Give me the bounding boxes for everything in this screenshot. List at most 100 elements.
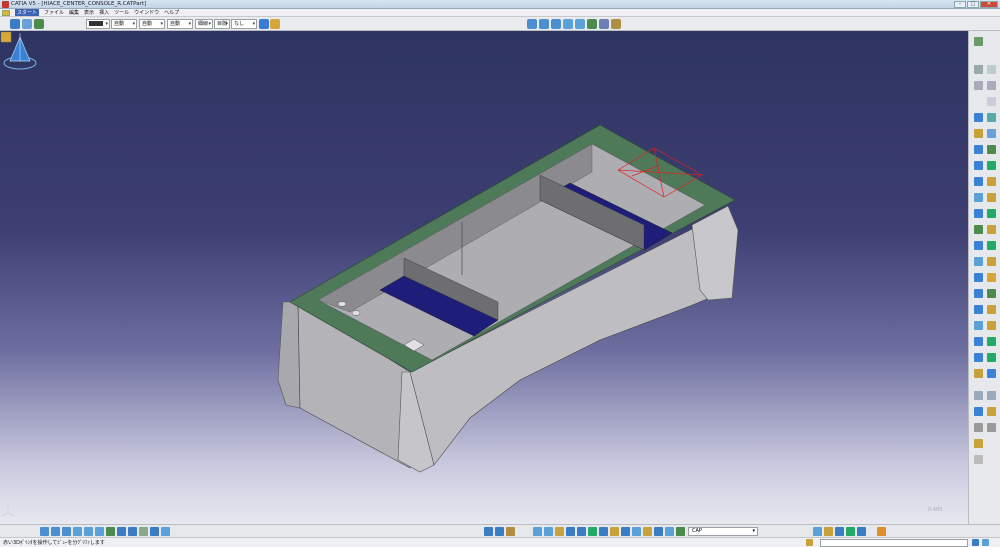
select-icon[interactable] [974,37,983,46]
point-icon[interactable] [987,97,996,106]
line-weight-select[interactable]: 自動 ▾ [167,19,193,29]
rotate-icon[interactable] [551,19,561,29]
sketch-icon[interactable] [10,19,20,29]
video-icon[interactable] [835,527,844,536]
update-icon[interactable] [34,19,44,29]
knowledge-icon[interactable] [974,423,983,432]
sketch-bottom-icon[interactable] [610,527,619,536]
measure-item-icon[interactable] [506,527,515,536]
add-icon[interactable] [974,321,983,330]
law-icon[interactable] [974,439,983,448]
mirror-icon[interactable] [974,241,983,250]
apply-material-icon[interactable] [974,407,983,416]
chamfer-icon[interactable] [987,193,996,202]
cap-select[interactable]: CAP ▾ [688,527,758,536]
draft-icon[interactable] [974,209,983,218]
layer-label[interactable]: 目隠 ▾ [214,19,230,29]
groove-icon[interactable] [974,145,983,154]
settings-icon[interactable] [982,539,989,546]
wireframe-icon[interactable] [621,527,630,536]
point-select[interactable]: 細線 ▾ [195,19,213,29]
pointer-icon[interactable] [974,65,983,74]
document-icon[interactable] [2,9,10,16]
measure-icon[interactable] [974,81,983,90]
render-style-icon[interactable] [611,19,621,29]
symmetry-icon[interactable] [987,273,996,282]
brush-icon[interactable] [270,19,280,29]
swap-visible-icon[interactable] [150,527,159,536]
photo-icon[interactable] [857,527,866,536]
power-input-icon[interactable] [972,539,979,546]
render-icon[interactable] [877,527,886,536]
stiffener-icon[interactable] [974,177,983,186]
split-icon[interactable] [974,289,983,298]
menu-tools[interactable]: ツール [114,9,129,16]
capture-icon[interactable] [824,527,833,536]
line-type-select[interactable]: 自動 ▾ [139,19,165,29]
remove-icon[interactable] [987,321,996,330]
thickness-icon[interactable] [974,225,983,234]
plane-bottom-icon[interactable] [599,527,608,536]
fillet-icon[interactable] [974,193,983,202]
pan-icon[interactable] [62,527,71,536]
menu-window[interactable]: ウインドウ [134,9,159,16]
close-surface-icon[interactable] [974,305,983,314]
grid-icon[interactable] [495,527,504,536]
tag-icon[interactable] [676,527,685,536]
connect-icon[interactable] [555,527,564,536]
hole-icon[interactable] [987,145,996,154]
fly-icon[interactable] [40,527,49,536]
union-trim-icon[interactable] [987,337,996,346]
draft-analysis-icon[interactable] [987,391,996,400]
menu-view[interactable]: 表示 [84,9,94,16]
ruler-icon[interactable] [643,527,652,536]
quick-view-icon[interactable] [599,19,609,29]
zoom-in-icon[interactable] [563,19,573,29]
line-icon[interactable] [974,113,983,122]
close-button[interactable]: ✕ [980,1,998,8]
curvature-icon[interactable] [544,527,553,536]
fly-mode-icon[interactable] [527,19,537,29]
zoom-out-icon[interactable] [575,19,585,29]
rotate-view-icon[interactable] [73,527,82,536]
shading-icon[interactable] [128,527,137,536]
formula-icon[interactable] [987,423,996,432]
fit-all-bottom-icon[interactable] [51,527,60,536]
remove-lump-icon[interactable] [987,353,996,362]
analysis-bottom-icon[interactable] [533,527,542,536]
sew-surface-icon[interactable] [987,305,996,314]
assemble-icon[interactable] [974,353,983,362]
pocket-icon[interactable] [974,129,983,138]
zoom-in-bottom-icon[interactable] [84,527,93,536]
catalog-browser-icon[interactable] [484,527,493,536]
color-select[interactable]: ▾ [86,19,110,29]
tree-root-icon[interactable] [0,31,12,43]
intersect-icon[interactable] [974,337,983,346]
sketcher-icon[interactable] [987,65,996,74]
rotate-feature-icon[interactable] [974,273,983,282]
pad-icon[interactable] [987,113,996,122]
scale-icon[interactable] [974,257,983,266]
zoom-area-icon[interactable] [654,527,663,536]
pattern-icon[interactable] [987,241,996,250]
minimize-button[interactable]: – [954,1,966,8]
menu-start[interactable]: スタート [15,9,40,16]
iso-view-icon[interactable] [117,527,126,536]
constraint-icon[interactable] [974,369,983,378]
3d-annotation-icon[interactable] [813,527,822,536]
normal-view-icon[interactable] [587,19,597,29]
3d-viewport[interactable]: 0.483 [0,31,968,524]
catalog-icon[interactable] [974,455,983,464]
thick-surface-icon[interactable] [987,289,996,298]
normal-view-bottom-icon[interactable] [106,527,115,536]
surface-icon[interactable] [588,527,597,536]
fit-icon[interactable] [665,527,674,536]
layer-select[interactable]: なし ▾ [231,19,257,29]
menu-help[interactable]: ヘルプ [164,9,179,16]
maximize-button[interactable]: □ [967,1,979,8]
distance-icon[interactable] [577,527,586,536]
view-mode-icon[interactable] [161,527,170,536]
command-input[interactable] [820,539,968,547]
annotation-icon[interactable] [987,407,996,416]
transparency-select[interactable]: 自動 ▾ [111,19,137,29]
